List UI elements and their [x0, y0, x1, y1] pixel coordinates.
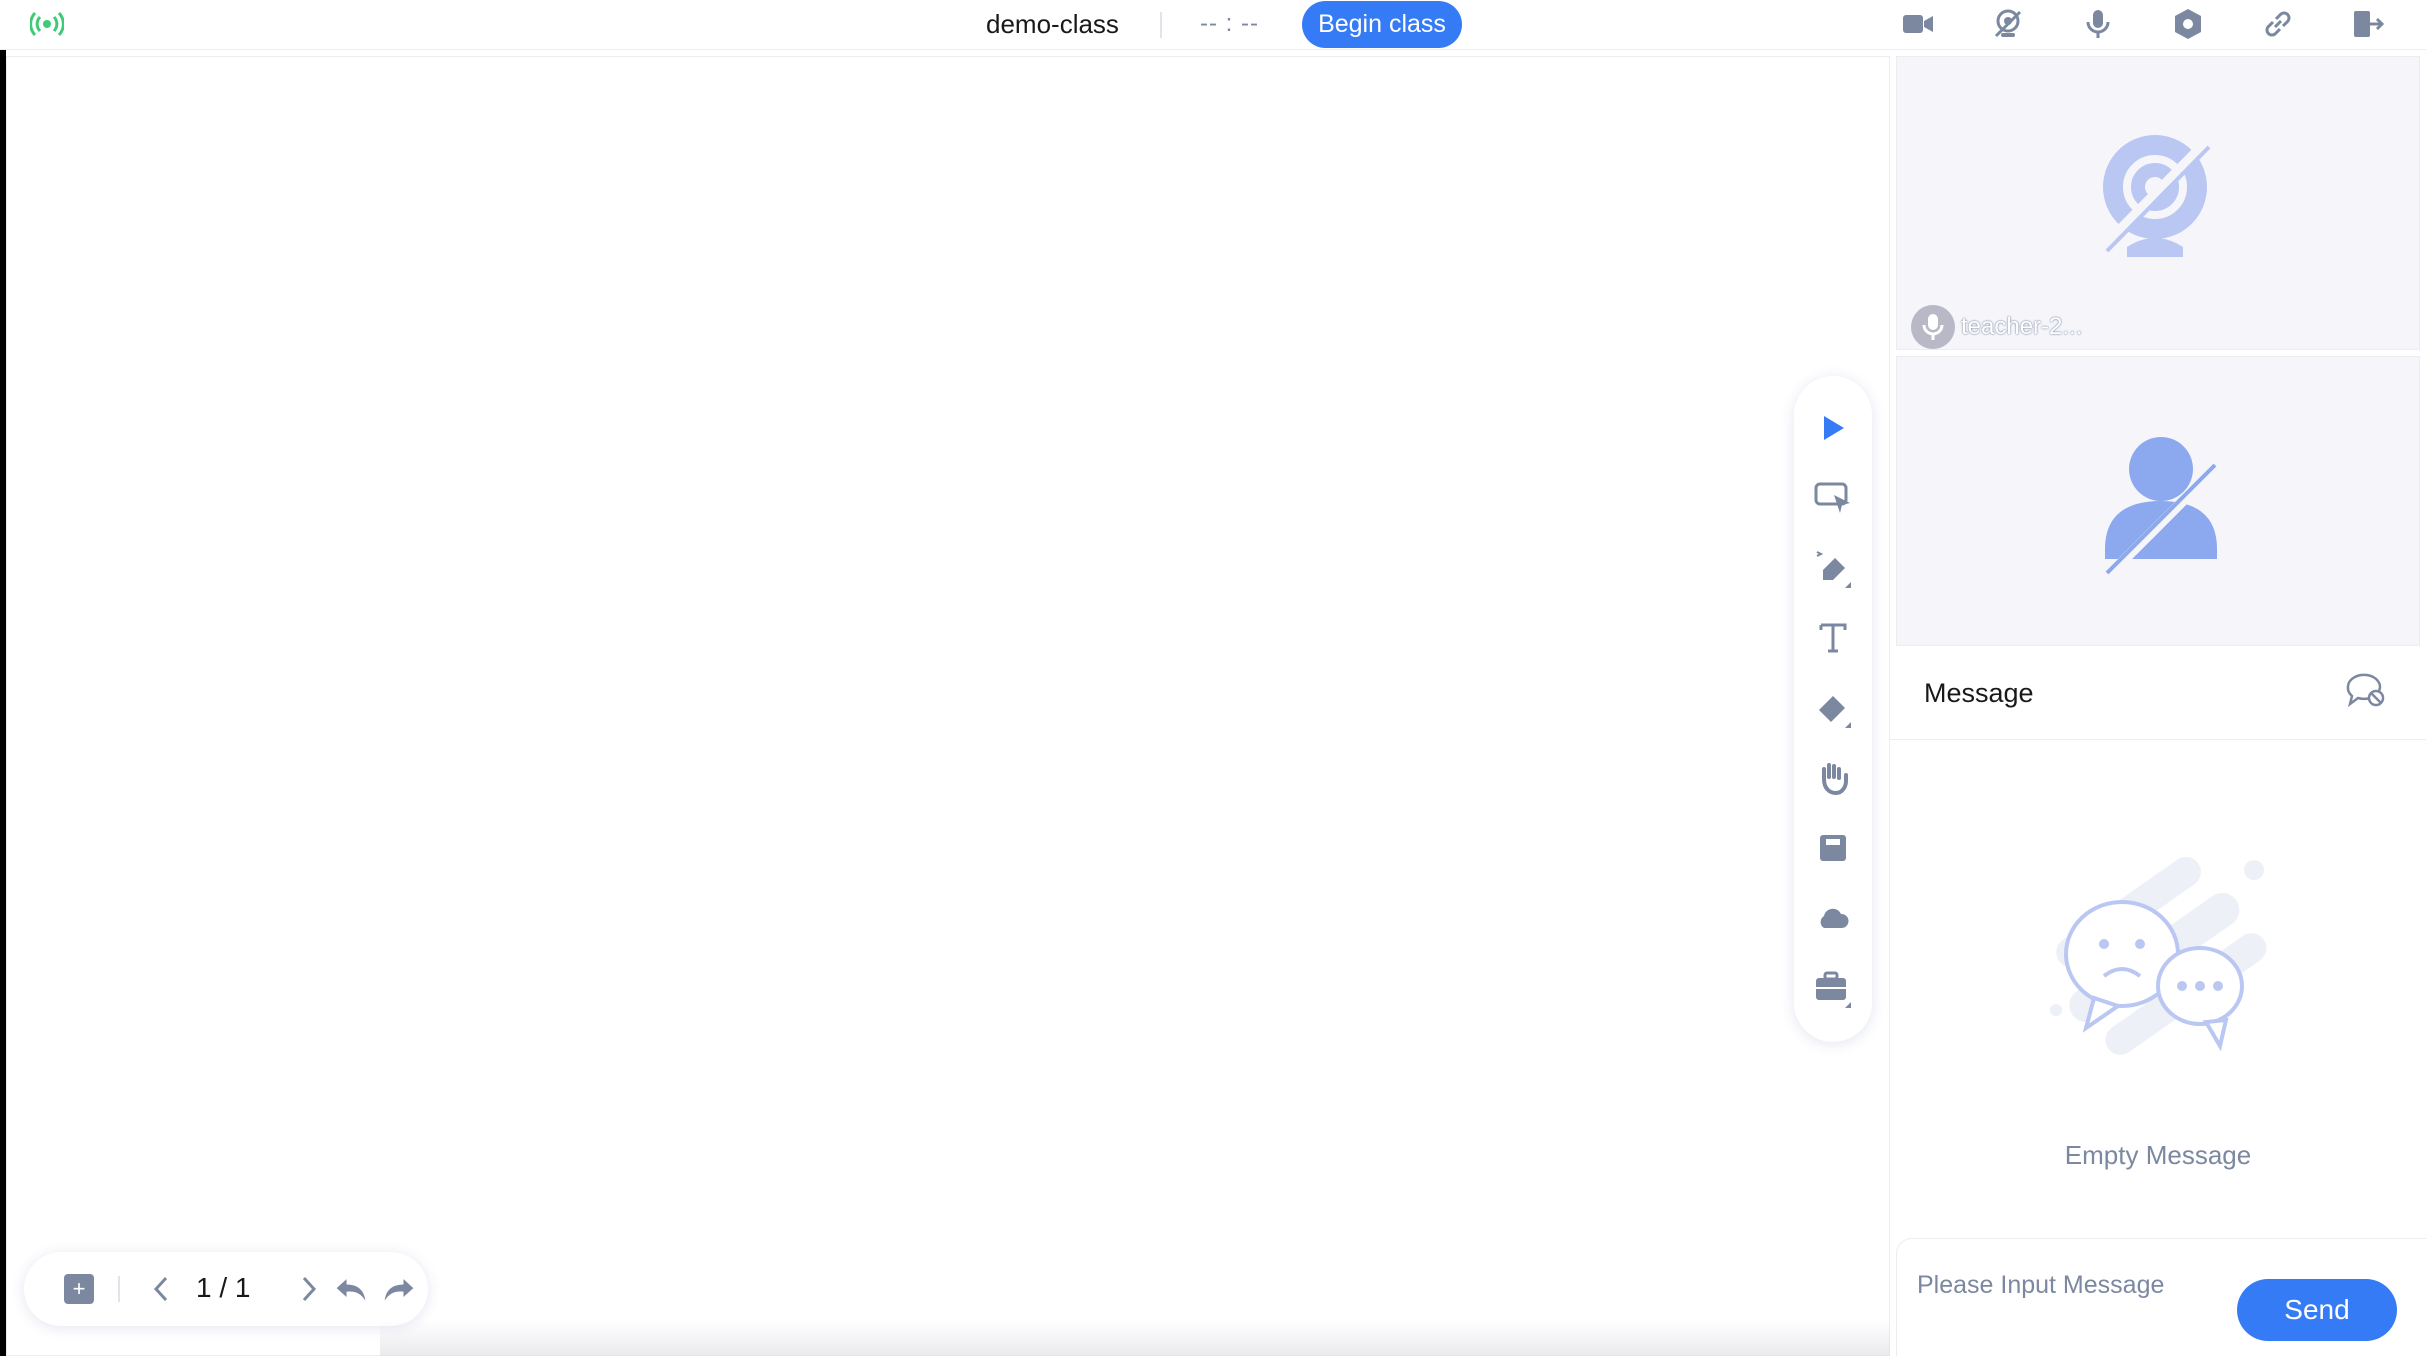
hand-icon[interactable] [1813, 758, 1853, 798]
settings-icon[interactable] [2170, 6, 2206, 42]
message-input[interactable] [1917, 1265, 2217, 1305]
teacher-name: teacher-2... [1961, 313, 2083, 340]
student-video-tile [1896, 356, 2420, 646]
right-sidebar: teacher-2... Message Empty Message Pleas… [1890, 50, 2426, 1356]
user-off-icon [2105, 437, 2221, 579]
toolbox-icon[interactable] [1813, 968, 1853, 1008]
message-input-area: Send [1896, 1238, 2426, 1356]
camera-off-icon [2099, 135, 2213, 257]
page-indicator: 1 / 1 [196, 1272, 251, 1303]
camera-icon[interactable] [1900, 6, 1936, 42]
next-page-icon[interactable] [292, 1272, 326, 1306]
begin-class-button[interactable]: Begin class [1302, 1, 1462, 48]
redo-icon[interactable] [382, 1272, 416, 1306]
cloud-icon[interactable] [1813, 898, 1853, 938]
empty-message-text: Empty Message [2064, 1140, 2252, 1170]
no-camera-icon[interactable] [1990, 6, 2026, 42]
page-controls: + 1 / 1 [24, 1252, 428, 1326]
teacher-mic-icon[interactable] [1911, 305, 1955, 349]
class-name: demo-class [986, 9, 1119, 39]
undo-icon[interactable] [334, 1272, 368, 1306]
network-signal-icon [30, 11, 64, 37]
empty-message-illustration [2050, 856, 2267, 1055]
teacher-video-tile: teacher-2... [1896, 56, 2420, 350]
top-bar: demo-class -- : -- Begin class [0, 0, 2426, 50]
save-icon[interactable] [1813, 828, 1853, 868]
pager-divider [118, 1276, 120, 1302]
eraser-icon[interactable] [1813, 688, 1853, 728]
laser-pointer-icon[interactable] [1813, 478, 1853, 518]
bottom-shadow [380, 1320, 1890, 1356]
exit-icon[interactable] [2350, 6, 2386, 42]
message-header: Message [1890, 648, 2426, 740]
send-button[interactable]: Send [2237, 1279, 2397, 1341]
whiteboard-toolbar [1794, 376, 1872, 1042]
pen-icon[interactable] [1813, 548, 1853, 588]
header-divider [1160, 12, 1162, 38]
microphone-icon[interactable] [2080, 6, 2116, 42]
whiteboard-canvas[interactable] [6, 56, 1890, 1356]
previous-page-icon[interactable] [144, 1272, 178, 1306]
mute-chat-icon[interactable] [2344, 670, 2388, 710]
message-title: Message [1924, 678, 2034, 708]
text-icon[interactable] [1813, 618, 1853, 658]
class-timer: -- : -- [1200, 10, 1259, 37]
link-icon[interactable] [2260, 6, 2296, 42]
add-page-button[interactable]: + [64, 1274, 94, 1304]
selector-icon[interactable] [1813, 408, 1853, 448]
